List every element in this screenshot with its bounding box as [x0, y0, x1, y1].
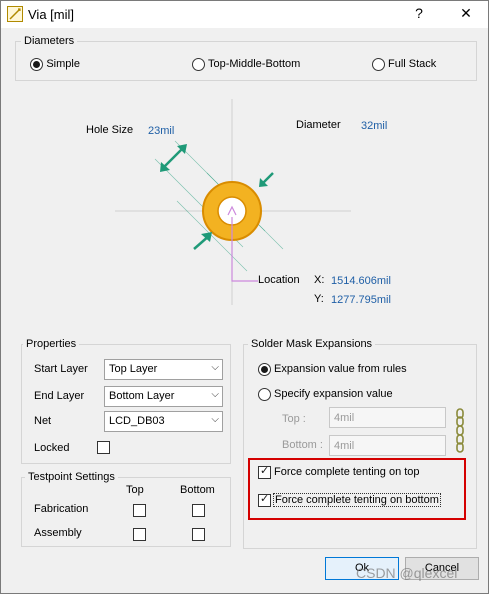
y-label: Y:	[314, 293, 324, 305]
mask-bottom-field[interactable]	[329, 435, 446, 456]
expansion-from-rules-label[interactable]: Expansion value from rules	[274, 363, 407, 375]
force-tenting-bottom-label[interactable]: Force complete tenting on bottom	[273, 493, 441, 507]
chevron-down-icon: ⌵	[211, 362, 219, 373]
net-value: LCD_DB03	[109, 415, 165, 427]
fabrication-top-checkbox[interactable]	[133, 504, 146, 517]
window-title: Via [mil]	[28, 7, 74, 22]
simple-radio-label[interactable]: SSimple	[46, 58, 80, 70]
solder-mask-title: Solder Mask Expansions	[248, 338, 376, 350]
y-value: 1277.795mil	[331, 294, 391, 306]
top-middle-bottom-radio[interactable]	[192, 58, 205, 71]
mask-top-input[interactable]	[330, 408, 445, 427]
title-bar: Via [mil] ? ✕	[1, 1, 488, 28]
start-layer-value: Top Layer	[109, 363, 158, 375]
simple-radio[interactable]	[30, 58, 43, 71]
force-tenting-top-label[interactable]: Force complete tenting on top	[274, 466, 420, 478]
assembly-bottom-checkbox[interactable]	[192, 528, 205, 541]
testpoint-col-bottom: Bottom	[180, 484, 215, 496]
net-label: Net	[34, 415, 52, 427]
simple-radio-text: Simple	[46, 58, 80, 70]
specify-expansion-label[interactable]: Specify expansion value	[274, 388, 393, 400]
chevron-down-icon: ⌵	[211, 414, 219, 425]
chevron-down-icon: ⌵	[211, 389, 219, 400]
start-layer-label: Start Layer	[34, 363, 88, 375]
end-layer-value: Bottom Layer	[109, 390, 175, 402]
mask-bottom-label: Bottom :	[282, 439, 323, 451]
testpoint-title: Testpoint Settings	[25, 471, 118, 483]
start-layer-select[interactable]: Top Layer ⌵	[104, 359, 223, 380]
close-button[interactable]: ✕	[456, 5, 476, 22]
testpoint-col-top: Top	[126, 484, 144, 496]
assembly-top-checkbox[interactable]	[133, 528, 146, 541]
watermark-text: CSDN @qlexcel	[356, 565, 458, 581]
mask-bottom-input[interactable]	[330, 436, 445, 455]
location-label: Location	[258, 274, 300, 286]
end-layer-select[interactable]: Bottom Layer ⌵	[104, 386, 223, 407]
pcb-app-icon	[7, 6, 23, 22]
fabrication-bottom-checkbox[interactable]	[192, 504, 205, 517]
expansion-from-rules-radio[interactable]	[258, 363, 271, 376]
mask-top-field[interactable]	[329, 407, 446, 428]
hole-size-label: Hole Size	[86, 124, 134, 136]
net-select[interactable]: LCD_DB03 ⌵	[104, 411, 223, 432]
hole-size-value: 23mil	[148, 125, 175, 137]
mask-top-label: Top :	[282, 413, 306, 425]
properties-title: Properties	[23, 338, 80, 350]
force-tenting-top-checkbox[interactable]	[258, 464, 271, 479]
chain-link-icon[interactable]	[454, 408, 466, 454]
force-tenting-bottom-checkbox[interactable]	[258, 492, 271, 507]
x-label: X:	[314, 274, 325, 286]
diameters-title: Diameters	[21, 35, 78, 47]
full-stack-label[interactable]: Full Stack	[388, 58, 436, 70]
diameter-label: Diameter	[296, 119, 341, 131]
locked-checkbox[interactable]	[97, 441, 110, 454]
locked-label: Locked	[34, 442, 70, 454]
full-stack-radio[interactable]	[372, 58, 385, 71]
help-button[interactable]: ?	[409, 5, 429, 21]
via-dialog: Via [mil] ? ✕ Diameters SSimple Top-Midd…	[0, 0, 489, 594]
fabrication-label: Fabrication	[34, 503, 89, 515]
diameter-value: 32mil	[361, 120, 388, 132]
assembly-label: Assembly	[34, 527, 82, 539]
x-value: 1514.606mil	[331, 275, 391, 287]
end-layer-label: End Layer	[34, 390, 85, 402]
top-middle-bottom-label[interactable]: Top-Middle-Bottom	[208, 58, 300, 70]
via-diagram	[115, 99, 351, 305]
specify-expansion-radio[interactable]	[258, 388, 271, 401]
